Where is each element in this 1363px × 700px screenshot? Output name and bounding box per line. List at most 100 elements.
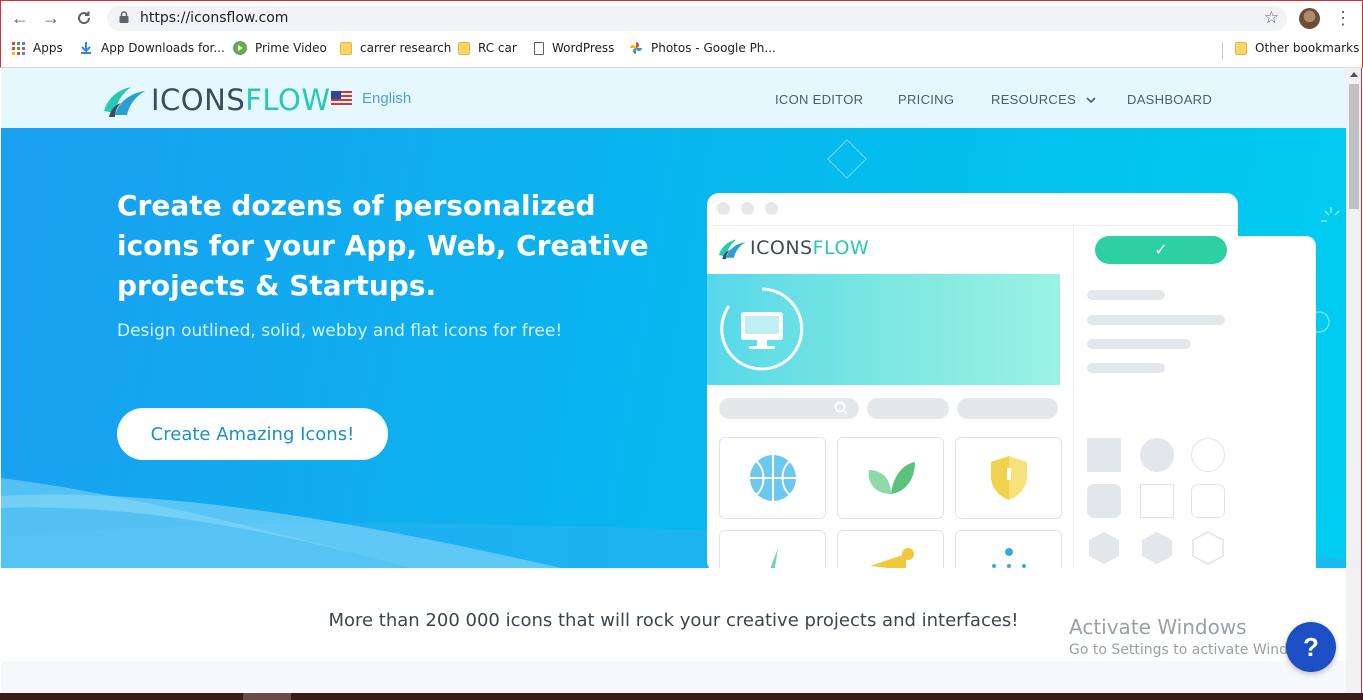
mockup-icon-tile <box>837 530 944 568</box>
bookmark-apps[interactable]: Apps <box>12 41 63 55</box>
mockup-logo-text-icons: ICONS <box>750 237 813 259</box>
folder-icon <box>340 41 352 55</box>
shape-rounded-filled <box>1087 484 1121 518</box>
monitor-icon <box>720 287 804 371</box>
other-bookmarks[interactable]: Other bookmarks <box>1235 41 1359 55</box>
mockup-icon-tile <box>837 437 944 519</box>
iconsflow-logo-icon <box>104 87 145 117</box>
hero-title: Create dozens of personalized icons for … <box>117 189 649 302</box>
nav-resources-label: RESOURCES <box>991 92 1077 107</box>
bookmark-star-icon[interactable]: ☆ <box>1264 8 1279 28</box>
scroll-thumb[interactable] <box>1349 84 1359 209</box>
menu-kebab-icon[interactable]: ⋮ <box>1334 9 1352 29</box>
bookmark-app-downloads[interactable]: App Downloads for... <box>79 41 225 55</box>
bookmark-label: Other bookmarks <box>1255 41 1360 55</box>
site-logo[interactable]: ICONSFLOW <box>101 81 331 119</box>
lock-icon <box>119 11 129 23</box>
mockup-skeleton-line <box>1087 290 1165 300</box>
download-icon <box>81 42 91 54</box>
shape-square-filled <box>1087 438 1121 472</box>
shield-icon <box>990 456 1027 500</box>
site-header: ICONSFLOW English ICON EDITOR PRICING RE… <box>1 68 1346 128</box>
url-text: https://iconsflow.com <box>140 10 289 26</box>
sparkle-decoration <box>1321 207 1340 222</box>
mockup-vertical-divider <box>1073 225 1074 568</box>
address-bar[interactable]: https://iconsflow.com ☆ <box>107 6 1287 31</box>
mockup-search-bar <box>719 398 859 419</box>
bookmarks-bar: Apps App Downloads for... Prime Video ca… <box>1 39 1363 61</box>
diamond-decoration <box>827 139 867 179</box>
shape-hexagon-filled <box>1142 532 1172 564</box>
activate-title: Activate Windows <box>1069 615 1247 639</box>
megaphone-icon <box>869 548 914 568</box>
iconsflow-logo-icon <box>718 239 746 260</box>
page-scrollbar[interactable] <box>1346 68 1362 693</box>
section-band <box>1 661 1346 693</box>
back-icon[interactable]: ← <box>9 7 31 29</box>
bookmark-label: Prime Video <box>255 41 327 55</box>
mockup-preview-panel <box>707 274 1060 385</box>
page-viewport: ICONSFLOW English ICON EDITOR PRICING RE… <box>1 68 1346 693</box>
bookmark-carrer-research[interactable]: carrer research <box>340 41 451 55</box>
bookmark-label: WordPress <box>552 41 615 55</box>
browser-toolbar: ← → https://iconsflow.com ☆ ⋮ Apps App D… <box>0 0 1363 68</box>
language-label: English <box>362 90 412 107</box>
basketball-icon <box>749 455 796 501</box>
mockup-icon-tile <box>719 530 826 568</box>
nav-resources[interactable]: RESOURCES <box>991 92 1096 107</box>
chevron-down-icon <box>1086 97 1096 104</box>
mockup-filter-pill <box>957 398 1058 419</box>
shape-circle-outline <box>1191 438 1225 472</box>
nav-dashboard[interactable]: DASHBOARD <box>1127 92 1212 107</box>
hero-section: Create dozens of personalized icons for … <box>1 128 1346 568</box>
logo-text-flow: FLOW <box>245 83 331 117</box>
shape-hexagon-filled <box>1089 532 1119 564</box>
bookmark-label: carrer research <box>360 41 452 55</box>
pen-icon <box>769 548 778 568</box>
network-icon <box>991 548 1026 568</box>
scroll-up-icon[interactable] <box>1350 72 1358 77</box>
logo-text-icons: ICONS <box>151 83 246 117</box>
apps-grid-icon <box>12 41 25 55</box>
shape-square-outline <box>1140 484 1174 518</box>
folder-icon <box>458 41 470 55</box>
page-icon <box>534 41 544 55</box>
language-selector[interactable]: English <box>331 90 411 107</box>
mockup-logo-text-flow: FLOW <box>812 237 870 259</box>
forward-icon[interactable]: → <box>40 7 62 29</box>
us-flag-icon <box>331 91 352 106</box>
mockup-save-button: ✓ <box>1095 236 1227 264</box>
nav-pricing[interactable]: PRICING <box>898 92 954 107</box>
mockup-divider <box>707 225 1238 226</box>
mockup-icon-tile <box>719 437 826 519</box>
bookmark-wordpress[interactable]: WordPress <box>534 41 614 55</box>
leaf-icon <box>868 462 915 494</box>
bookmark-prime-video[interactable]: Prime Video <box>233 41 327 55</box>
bookmark-label: App Downloads for... <box>101 41 225 55</box>
bookmark-google-photos[interactable]: Photos - Google Ph... <box>629 41 776 55</box>
mockup-skeleton-line <box>1087 339 1191 349</box>
search-icon <box>834 401 848 415</box>
hero-subtitle: Design outlined, solid, webby and flat i… <box>117 321 563 341</box>
create-icons-button[interactable]: Create Amazing Icons! <box>117 408 388 460</box>
mockup-skeleton-line <box>1087 363 1165 373</box>
pinwheel-icon <box>630 42 642 54</box>
mockup-editor-window: ICONSFLOW ✓ <box>707 193 1238 568</box>
mockup-skeleton-line <box>1087 315 1225 325</box>
bookmarks-separator <box>1222 42 1223 59</box>
bookmark-label: Photos - Google Ph... <box>651 41 776 55</box>
taskbar-item[interactable] <box>243 693 291 700</box>
reload-icon[interactable] <box>73 7 95 29</box>
mockup-filter-pill <box>867 398 949 419</box>
nav-icon-editor[interactable]: ICON EDITOR <box>775 92 863 107</box>
window-dots <box>717 202 778 215</box>
shape-rounded-outline <box>1191 484 1225 518</box>
bookmark-rc-car[interactable]: RC car <box>458 41 517 55</box>
help-button[interactable]: ? <box>1286 622 1336 672</box>
folder-icon <box>1235 41 1247 55</box>
mockup-icon-tile <box>955 530 1062 568</box>
shape-hexagon-outline <box>1192 531 1224 565</box>
mockup-logo: ICONSFLOW <box>717 235 869 261</box>
activate-windows-watermark: Activate Windows Go to Settings to activ… <box>1069 615 1320 658</box>
profile-avatar[interactable] <box>1299 8 1320 29</box>
